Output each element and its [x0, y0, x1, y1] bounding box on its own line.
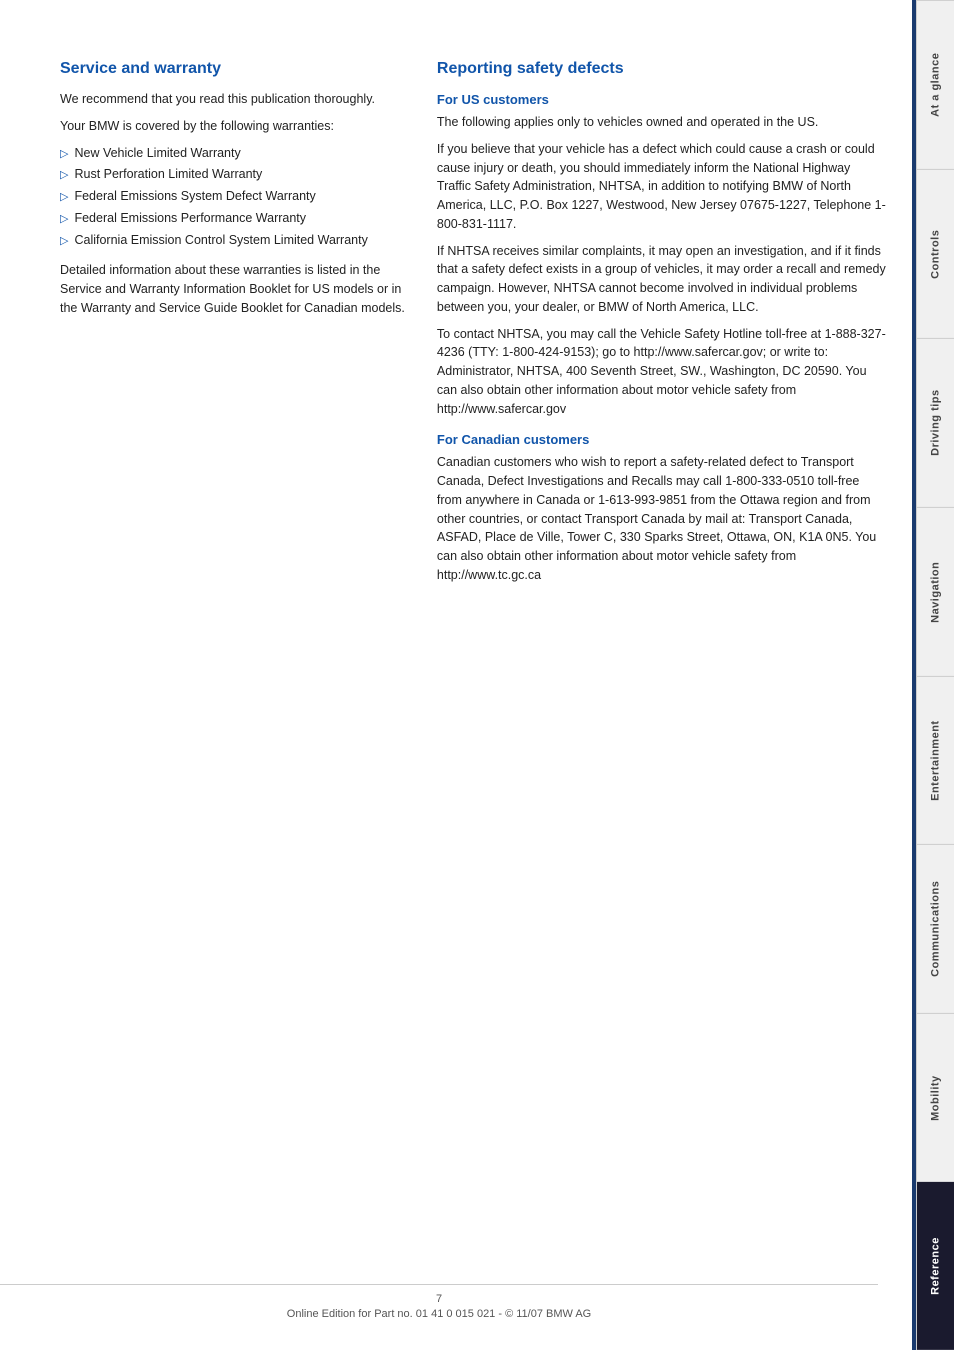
bullet-icon: ▷ — [60, 167, 68, 184]
canada-para-1: Canadian customers who wish to report a … — [437, 453, 886, 584]
sidebar-tab-communications[interactable]: Communications — [917, 844, 954, 1013]
list-item: ▷ Federal Emissions System Defect Warran… — [60, 187, 407, 206]
service-intro-2: Your BMW is covered by the following war… — [60, 117, 407, 136]
sidebar-tab-navigation[interactable]: Navigation — [917, 507, 954, 676]
canadian-customers-title: For Canadian customers — [437, 432, 886, 447]
edition-text: Online Edition for Part no. 01 41 0 015 … — [0, 1308, 878, 1320]
bullet-icon: ▷ — [60, 189, 68, 206]
bullet-icon: ▷ — [60, 233, 68, 250]
left-column: Service and warranty We recommend that y… — [60, 60, 407, 1230]
us-para-1: The following applies only to vehicles o… — [437, 113, 886, 132]
sidebar-tab-entertainment[interactable]: Entertainment — [917, 676, 954, 845]
sidebar: At a glance Controls Driving tips Naviga… — [916, 0, 954, 1350]
sidebar-tab-mobility[interactable]: Mobility — [917, 1013, 954, 1182]
sidebar-tab-reference[interactable]: Reference — [917, 1182, 954, 1350]
footer: 7 Online Edition for Part no. 01 41 0 01… — [0, 1284, 878, 1320]
main-content: Service and warranty We recommend that y… — [0, 0, 916, 1350]
warranty-detail: Detailed information about these warrant… — [60, 261, 407, 317]
reporting-title: Reporting safety defects — [437, 60, 886, 78]
list-item: ▷ Federal Emissions Performance Warranty — [60, 209, 407, 228]
sidebar-tab-controls[interactable]: Controls — [917, 169, 954, 338]
sidebar-tab-driving-tips[interactable]: Driving tips — [917, 338, 954, 507]
list-item: ▷ New Vehicle Limited Warranty — [60, 144, 407, 163]
page-number: 7 — [0, 1293, 878, 1305]
list-item: ▷ Rust Perforation Limited Warranty — [60, 165, 407, 184]
sidebar-tab-at-a-glance[interactable]: At a glance — [917, 0, 954, 169]
us-para-3: If NHTSA receives similar complaints, it… — [437, 242, 886, 317]
service-warranty-title: Service and warranty — [60, 60, 407, 78]
warranty-list: ▷ New Vehicle Limited Warranty ▷ Rust Pe… — [60, 144, 407, 250]
list-item: ▷ California Emission Control System Lim… — [60, 231, 407, 250]
us-para-4: To contact NHTSA, you may call the Vehic… — [437, 325, 886, 419]
us-customers-title: For US customers — [437, 92, 886, 107]
bullet-icon: ▷ — [60, 211, 68, 228]
right-column: Reporting safety defects For US customer… — [437, 60, 886, 1230]
service-intro-1: We recommend that you read this publicat… — [60, 90, 407, 109]
us-para-2: If you believe that your vehicle has a d… — [437, 140, 886, 234]
bullet-icon: ▷ — [60, 146, 68, 163]
